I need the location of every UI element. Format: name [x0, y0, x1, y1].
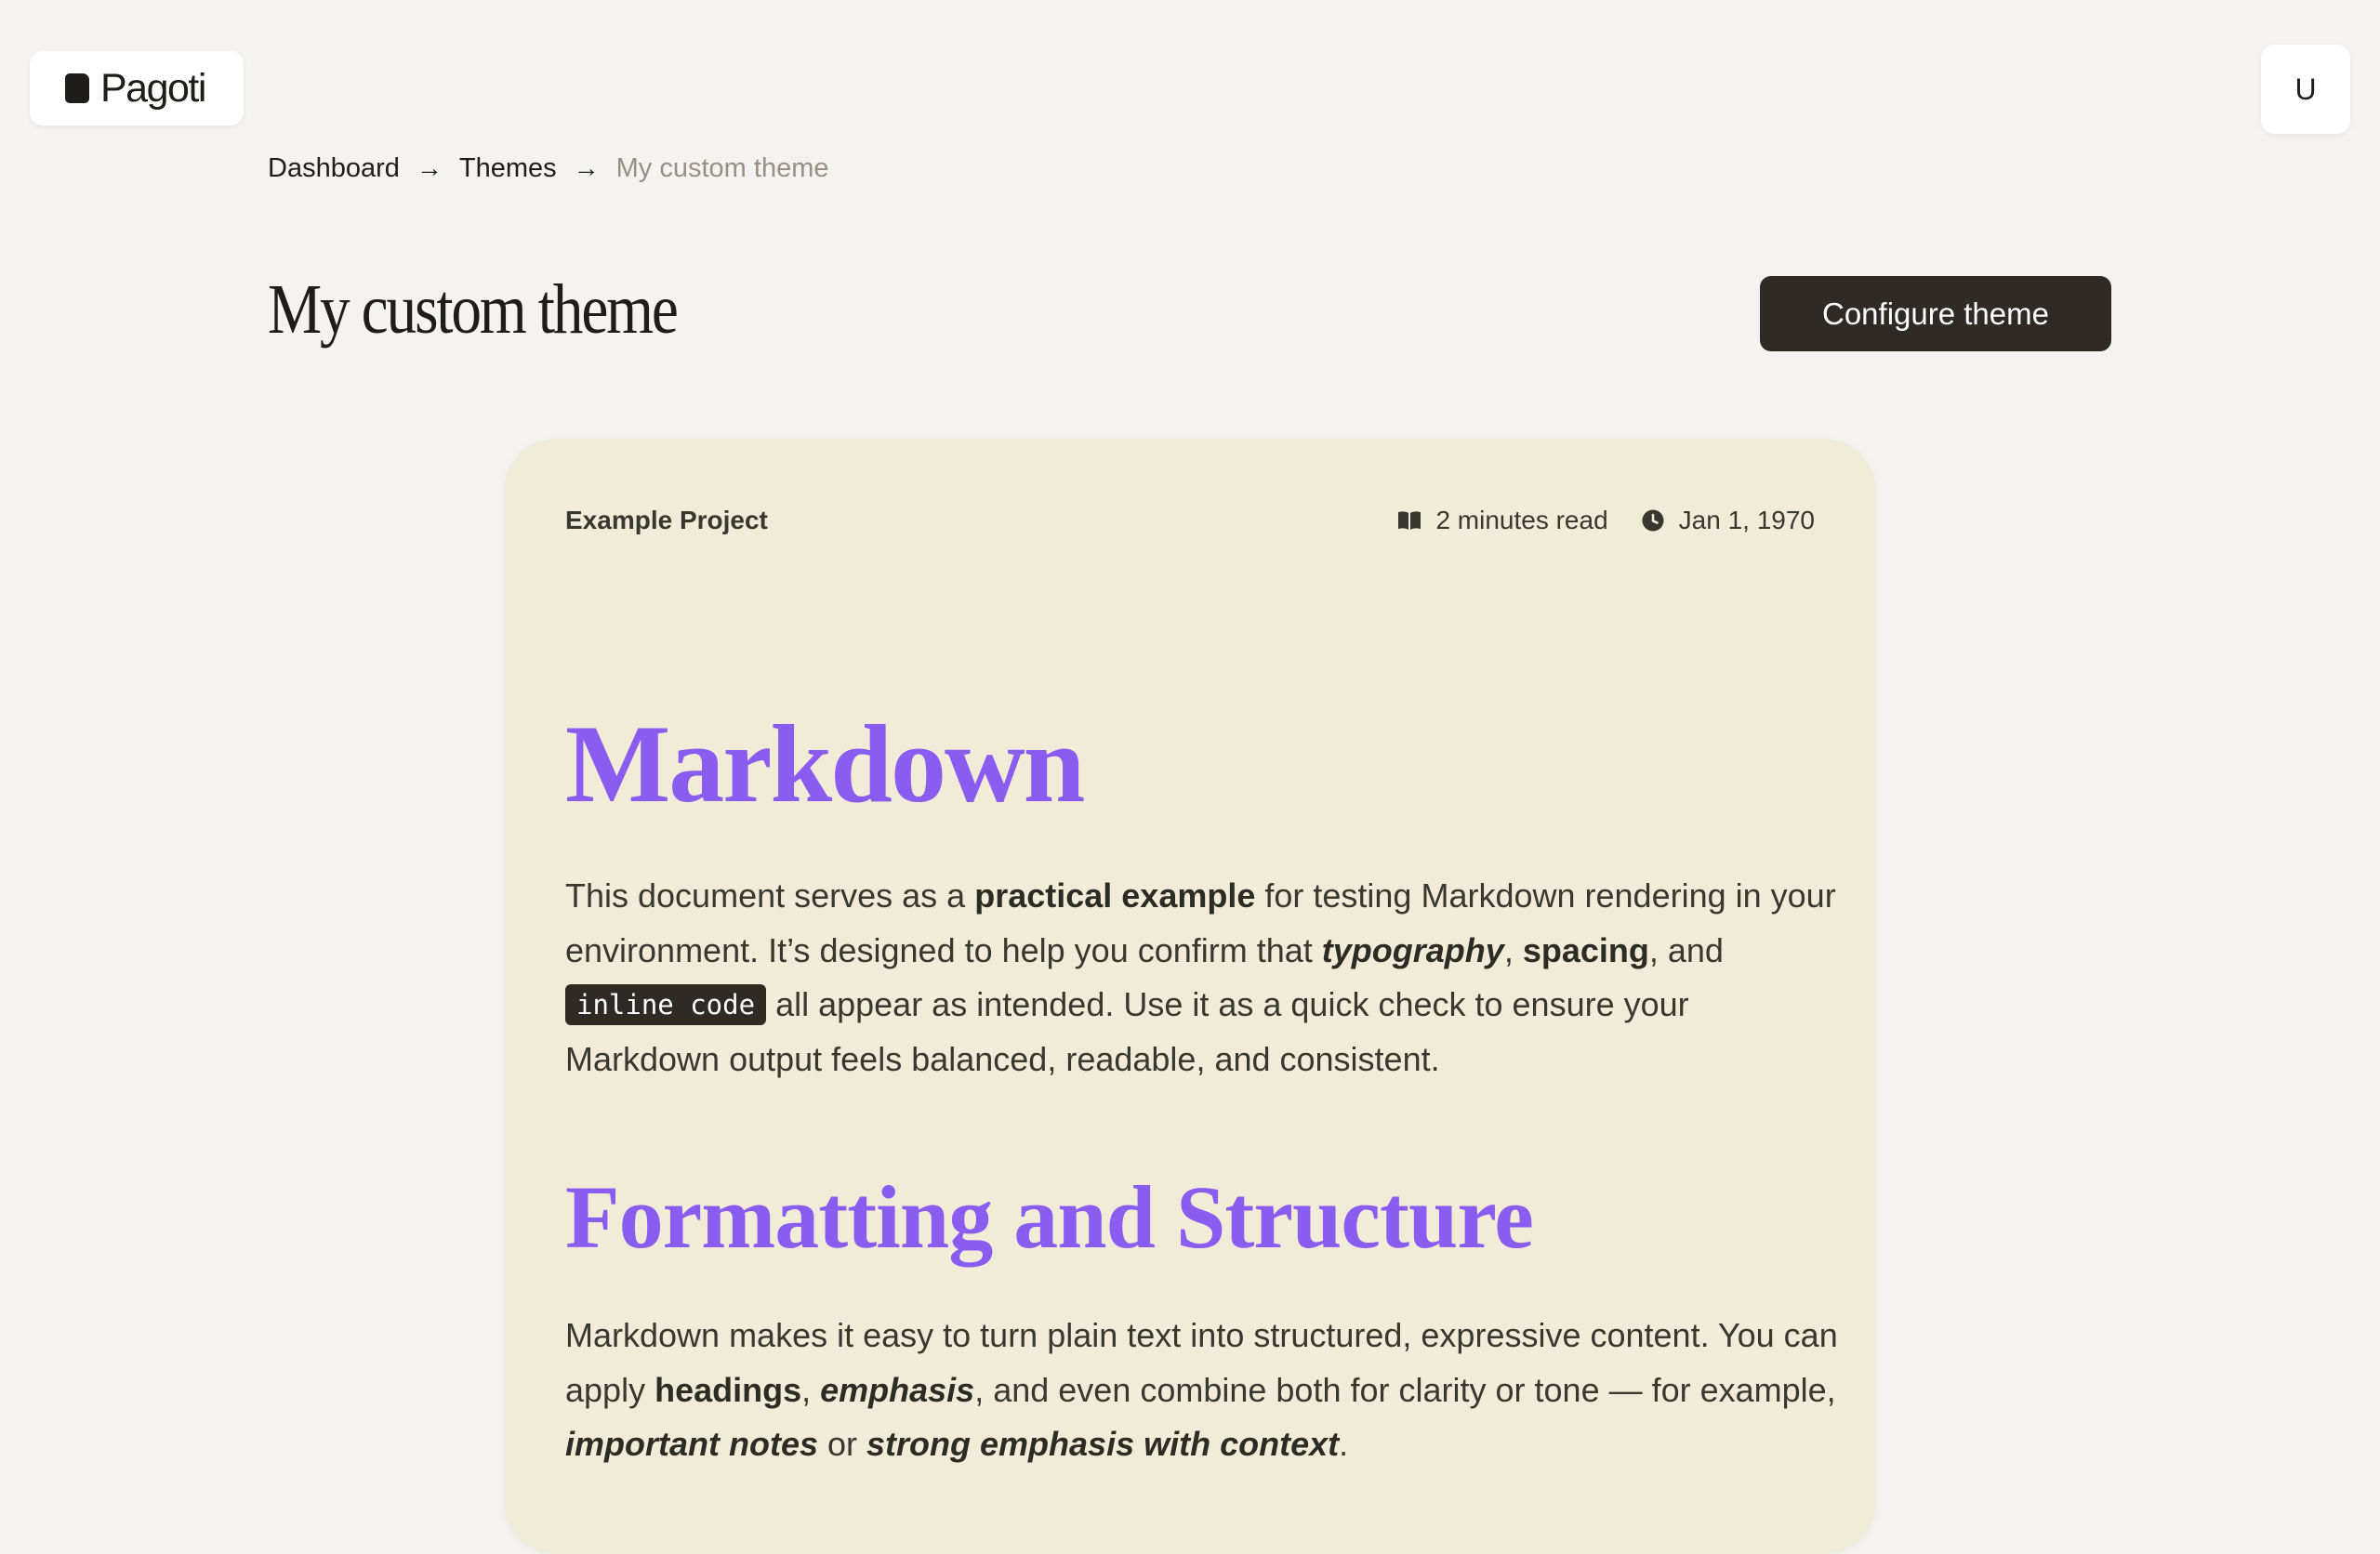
text-run: or [818, 1425, 867, 1463]
bold-italic-text: strong emphasis with context [866, 1425, 1340, 1463]
markdown-heading-2: Formatting and Structure [565, 1167, 1534, 1267]
read-time: 2 minutes read [1396, 506, 1608, 535]
markdown-heading-1: Markdown [565, 702, 1085, 825]
open-book-icon [1396, 507, 1422, 533]
read-time-label: 2 minutes read [1435, 506, 1608, 534]
user-initial: U [2294, 72, 2317, 106]
page-title: My custom theme [268, 270, 679, 349]
bold-text: practical example [974, 876, 1256, 915]
square-logo-icon [65, 73, 89, 103]
logo-link[interactable]: Pagoti [30, 51, 244, 125]
inline-code: inline code [565, 984, 767, 1025]
text-run: , and even combine both for clarity or t… [974, 1370, 1836, 1409]
breadcrumb-themes[interactable]: Themes [459, 153, 557, 184]
breadcrumb-arrow-icon: → [416, 153, 443, 182]
text-run: . [1339, 1425, 1349, 1463]
formatting-paragraph: Markdown makes it easy to turn plain tex… [565, 1309, 1839, 1472]
breadcrumb-dashboard[interactable]: Dashboard [268, 153, 400, 184]
meta-info: 2 minutes read Jan 1, 1970 [1396, 506, 1815, 535]
clock-icon [1640, 507, 1666, 533]
text-run: , [1503, 930, 1523, 969]
bold-text: spacing [1522, 930, 1649, 969]
bold-italic-text: important notes [565, 1425, 819, 1463]
publish-date-label: Jan 1, 1970 [1678, 506, 1815, 534]
article-meta: Example Project 2 minutes read Jan 1, 19… [565, 502, 1815, 539]
breadcrumb-arrow-icon: → [573, 153, 600, 182]
project-name: Example Project [565, 506, 768, 534]
bold-italic-text: typography [1321, 930, 1504, 969]
configure-theme-button[interactable]: Configure theme [1760, 276, 2111, 351]
text-run: , [801, 1370, 821, 1409]
text-run: This document serves as a [565, 876, 975, 915]
intro-paragraph: This document serves as a practical exam… [565, 869, 1839, 1086]
bold-italic-text: emphasis [820, 1370, 975, 1409]
logo-text: Pagoti [100, 65, 206, 111]
breadcrumb: Dashboard → Themes → My custom theme [268, 149, 828, 188]
text-run: , and [1648, 930, 1724, 969]
publish-date: Jan 1, 1970 [1640, 506, 1815, 535]
bold-text: headings [654, 1370, 802, 1409]
user-avatar-button[interactable]: U [2261, 45, 2350, 134]
breadcrumb-current: My custom theme [615, 152, 829, 183]
